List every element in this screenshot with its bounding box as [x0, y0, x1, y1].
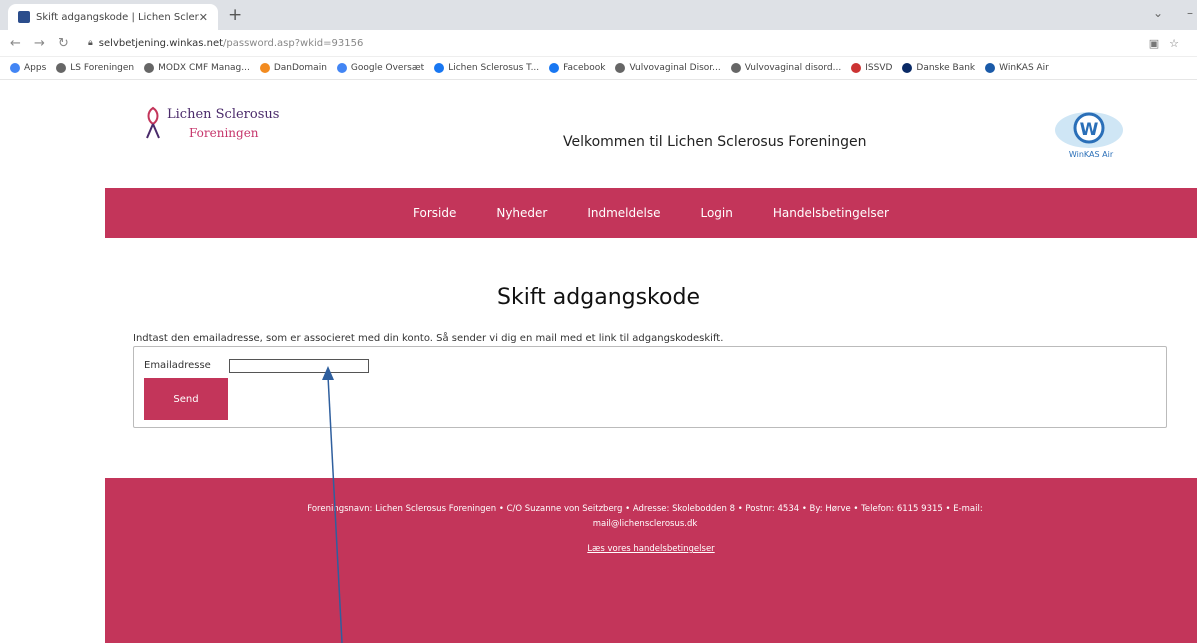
bookmark-label: ISSVD: [865, 63, 893, 73]
reset-form: Emailadresse Send: [133, 346, 1167, 428]
nav-indmeldelse[interactable]: Indmeldelse: [587, 206, 660, 220]
bookmark-item[interactable]: LS Foreningen: [56, 63, 134, 73]
instructions-text: Indtast den emailadresse, som er associe…: [133, 333, 724, 344]
bookmark-label: Vulvovaginal disord...: [744, 63, 842, 73]
bookmark-favicon-icon: [985, 63, 996, 73]
foreningen-logo[interactable]: Lichen Sclerosus Foreningen: [143, 106, 279, 142]
nav-forside[interactable]: Forside: [413, 206, 456, 220]
bookmark-item[interactable]: Apps: [10, 63, 46, 73]
right-logo-text: WinKAS Air: [1069, 150, 1114, 159]
bookmark-label: WinKAS Air: [999, 63, 1049, 73]
page-title: Skift adgangskode: [497, 285, 700, 310]
main-nav: Forside Nyheder Indmeldelse Login Handel…: [105, 188, 1197, 238]
email-label: Emailadresse: [144, 360, 211, 371]
bookmark-favicon-icon: [259, 63, 270, 73]
bookmark-label: Apps: [24, 63, 47, 73]
url-host: selvbetjening.winkas.net: [98, 37, 224, 49]
bookmark-favicon-icon: [144, 63, 155, 73]
terms-link[interactable]: Læs vores handelsbetingelser: [105, 544, 1197, 554]
bookmark-favicon-icon: [851, 63, 862, 73]
bookmark-label: Vulvovaginal Disor...: [629, 63, 721, 73]
bookmark-favicon-icon: [336, 63, 347, 73]
browser-tab[interactable]: Skift adgangskode | Lichen Scler... ✕: [8, 4, 218, 30]
svg-text:W: W: [1080, 120, 1099, 140]
bookmark-item[interactable]: Danske Bank: [902, 63, 975, 73]
footer-info-line1: Foreningsnavn: Lichen Sclerosus Forening…: [307, 504, 983, 514]
logo-line1: Lichen Sclerosus: [167, 107, 280, 122]
close-tab-icon[interactable]: ✕: [199, 11, 208, 24]
minimize-icon[interactable]: –: [1187, 6, 1193, 20]
welcome-heading: Velkommen til Lichen Sclerosus Foreninge…: [563, 134, 867, 150]
bookmark-item[interactable]: WinKAS Air: [985, 63, 1049, 73]
ribbon-icon: [146, 106, 160, 139]
footer-email[interactable]: mail@lichensclerosus.dk: [195, 517, 1095, 532]
bookmark-star-icon[interactable]: ▣☆: [1149, 37, 1189, 50]
bookmark-label: MODX CMF Manag...: [158, 63, 250, 73]
bookmark-item[interactable]: Lichen Sclerosus T...: [434, 63, 539, 73]
bookmark-favicon-icon: [615, 63, 626, 73]
bookmark-item[interactable]: Google Oversæt: [336, 63, 425, 73]
bookmark-item[interactable]: MODX CMF Manag...: [144, 63, 250, 73]
footer-info: Foreningsnavn: Lichen Sclerosus Forening…: [195, 502, 1095, 532]
bookmark-item[interactable]: ISSVD: [851, 63, 892, 73]
logo-line2: Foreningen: [189, 126, 259, 140]
bookmarks-bar: Apps LS Foreningen MODX CMF Manag... DanDom…: [0, 57, 1197, 80]
new-tab-button[interactable]: +: [228, 5, 242, 25]
url-path: /password.asp?wkid=93156: [223, 37, 364, 49]
bookmark-label: Google Oversæt: [350, 63, 425, 73]
nav-login[interactable]: Login: [700, 206, 732, 220]
winkas-air-logo[interactable]: W WinKAS Air: [1051, 108, 1127, 160]
send-button[interactable]: Send: [144, 378, 228, 420]
address-bar-row: ← → ↻ 🔒︎ selvbetjening.winkas.net/passwo…: [0, 30, 1197, 57]
bookmark-label: Facebook: [563, 63, 606, 73]
bookmark-favicon-icon: [434, 63, 445, 73]
bookmark-label: DanDomain: [273, 63, 327, 73]
bookmark-item[interactable]: Vulvovaginal Disor...: [615, 63, 721, 73]
site-footer: Foreningsnavn: Lichen Sclerosus Forening…: [105, 478, 1197, 643]
bookmark-item[interactable]: DanDomain: [259, 63, 327, 73]
bookmark-favicon-icon: [730, 63, 741, 73]
nav-nyheder[interactable]: Nyheder: [496, 206, 547, 220]
bookmark-item[interactable]: Vulvovaginal disord...: [730, 63, 842, 73]
bookmark-favicon-icon: [902, 63, 913, 73]
bookmark-favicon-icon: [10, 63, 20, 73]
nav-handelsbetingelser[interactable]: Handelsbetingelser: [773, 206, 889, 220]
bookmark-favicon-icon: [549, 63, 560, 73]
bookmark-label: Danske Bank: [916, 63, 976, 73]
bookmark-favicon-icon: [56, 63, 67, 73]
tab-title: Skift adgangskode | Lichen Scler...: [36, 11, 199, 23]
bookmark-label: Lichen Sclerosus T...: [448, 63, 540, 73]
email-field[interactable]: [229, 359, 369, 373]
url-field[interactable]: selvbetjening.winkas.net/password.asp?wk…: [99, 38, 364, 49]
reload-icon[interactable]: ↻: [58, 36, 72, 51]
bookmark-label: LS Foreningen: [70, 63, 135, 73]
tab-favicon-icon: [18, 11, 30, 23]
lock-icon[interactable]: 🔒︎: [88, 38, 93, 48]
back-icon[interactable]: ←: [10, 36, 24, 51]
tab-search-icon[interactable]: ⌄: [1153, 6, 1163, 20]
bookmark-item[interactable]: Facebook: [549, 63, 605, 73]
site-header: Lichen Sclerosus Foreningen Velkommen ti…: [105, 96, 1197, 176]
browser-tab-bar: Skift adgangskode | Lichen Scler... ✕ + …: [0, 0, 1197, 30]
forward-icon[interactable]: →: [34, 36, 48, 51]
